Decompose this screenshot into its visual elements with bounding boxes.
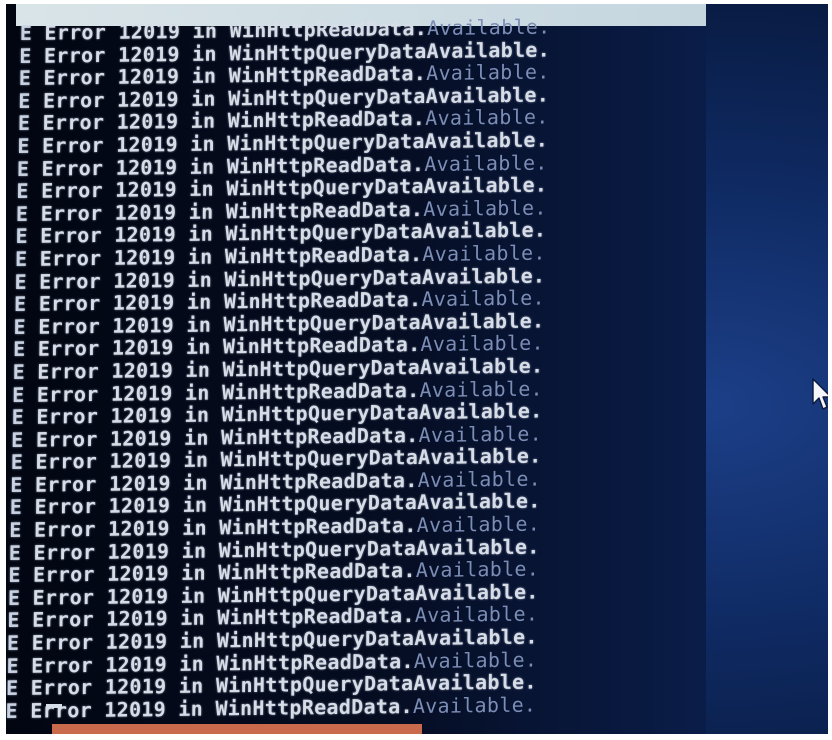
console-output: E Error 12019 in WinHttpReadData.Availab… [6, 15, 706, 723]
log-level: E [10, 472, 23, 497]
stale-text-remnant: Available. [422, 240, 546, 266]
log-level: E [8, 540, 22, 565]
log-level: E [9, 495, 23, 520]
log-level: E [17, 111, 31, 136]
mouse-pointer-icon [812, 378, 828, 410]
log-level: E [10, 450, 24, 475]
log-level: E [13, 314, 27, 339]
text-cursor-icon [46, 704, 62, 708]
desktop: E Error 12019 in WinHttpReadData.Availab… [6, 4, 828, 734]
log-level: E [7, 608, 20, 633]
log-level: E [12, 359, 26, 384]
stale-text-remnant: Available. [416, 511, 541, 538]
log-level: E [7, 585, 21, 610]
log-level: E [9, 517, 22, 543]
log-level: E [8, 563, 21, 588]
log-level: E [19, 43, 32, 68]
stale-text-remnant: Available. [421, 285, 545, 312]
log-level: E [11, 404, 25, 430]
stale-text-remnant: Available. [412, 692, 537, 718]
stale-text-remnant: Available. [415, 556, 540, 583]
log-level: E [6, 698, 19, 723]
log-level: E [13, 291, 27, 317]
log-level: E [18, 88, 31, 113]
photo-of-screen: E Error 12019 in WinHttpReadData.Availab… [0, 0, 832, 740]
log-level: E [16, 179, 29, 204]
log-level: E [6, 653, 19, 678]
log-level: E [6, 676, 19, 701]
taskbar-item[interactable] [52, 724, 422, 734]
stale-text-remnant: Available. [425, 104, 549, 131]
log-level: E [13, 337, 26, 362]
log-level: E [19, 20, 33, 45]
log-level: E [15, 201, 29, 226]
stale-text-remnant: Available. [414, 601, 539, 628]
log-level: E [12, 382, 25, 407]
log-level: E [6, 630, 20, 656]
stale-text-remnant: Available. [420, 330, 545, 357]
console-window[interactable]: E Error 12019 in WinHttpReadData.Availab… [6, 4, 706, 734]
log-message: Error 12019 in WinHttpReadData. [17, 693, 414, 723]
log-level: E [15, 224, 28, 249]
log-level: E [14, 246, 28, 271]
log-level: E [17, 133, 30, 158]
log-level: E [14, 269, 28, 294]
log-level: E [18, 66, 32, 91]
log-level: E [16, 156, 30, 181]
stale-text-remnant: Available. [427, 14, 551, 41]
stale-text-remnant: Available. [426, 59, 550, 86]
log-level: E [11, 427, 24, 452]
stale-text-remnant: Available. [419, 376, 544, 402]
